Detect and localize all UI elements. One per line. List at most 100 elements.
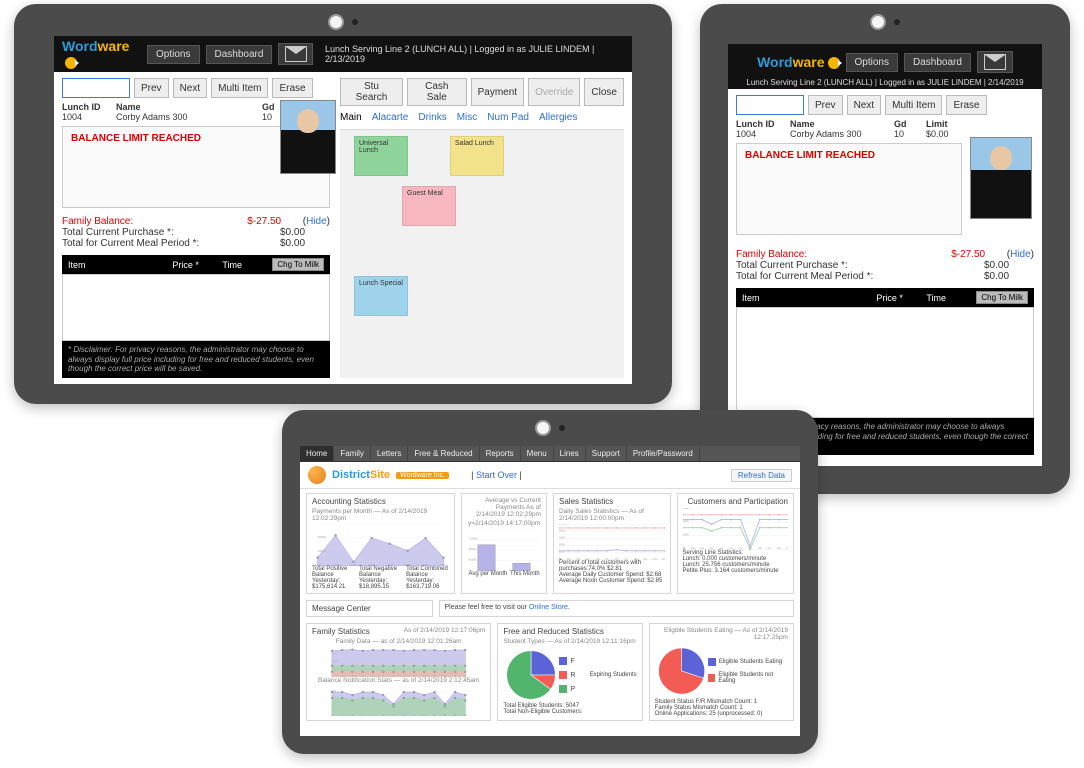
category-tabs: Main Alacarte Drinks Misc Num Pad Allerg… xyxy=(340,112,624,123)
brand-dot-icon xyxy=(828,57,840,69)
svg-text:160000: 160000 xyxy=(469,529,478,530)
camera-dot-icon xyxy=(894,19,900,25)
panel-title evoke-title: Accounting Statistics xyxy=(312,497,449,506)
svg-text:2000: 2000 xyxy=(683,533,689,537)
photo-placeholder-icon xyxy=(971,138,1031,218)
svg-text:6000: 6000 xyxy=(683,508,689,510)
items-table-body xyxy=(736,307,1034,418)
options-button[interactable]: Options xyxy=(147,45,199,64)
svg-text:80000: 80000 xyxy=(469,547,477,551)
panel-frstats: Free and Reduced Statistics Student Type… xyxy=(497,623,642,721)
svg-text:120000: 120000 xyxy=(469,537,478,541)
payment-button[interactable]: Payment xyxy=(471,78,524,106)
panel-title: Average vs Current Payments As of 2/14/2… xyxy=(467,497,541,518)
lunchid-search-input[interactable] xyxy=(62,78,130,98)
nav-family[interactable]: Family xyxy=(334,446,371,461)
device-camera xyxy=(535,420,565,436)
stu-search-button[interactable]: Stu Search xyxy=(340,78,403,106)
panel-title: Family Statistics xyxy=(312,627,370,636)
balance-value: $-27.50 xyxy=(951,249,1001,260)
erase-button[interactable]: Erase xyxy=(272,78,312,98)
app-header: Wordware Options Dashboard xyxy=(728,44,1042,76)
chg-to-milk-button[interactable]: Chg To Milk xyxy=(272,258,324,271)
col-name: Name xyxy=(790,119,890,129)
panel-sub2: Balance Notification Stats — as of 2/14/… xyxy=(312,677,485,684)
tile-salad-lunch[interactable]: Salad Lunch xyxy=(450,136,504,176)
nav-free[interactable]: Free & Reduced xyxy=(408,446,479,461)
camera-lens-icon xyxy=(535,420,551,436)
el-foot-2: Online Applications: 25 (unprocessed: 0) xyxy=(655,711,788,717)
tab-alacarte[interactable]: Alacarte xyxy=(372,112,409,123)
nav-lines[interactable]: Lines xyxy=(554,446,586,461)
svg-text:2/13: 2/13 xyxy=(786,548,788,550)
nav-home[interactable]: Home xyxy=(300,446,334,461)
svg-text:4000: 4000 xyxy=(559,543,565,547)
panel-message-center: Message Center xyxy=(306,600,433,617)
mail-button[interactable] xyxy=(278,43,313,65)
sales-foot-2: Average Noon Customer Spend: $2.85 xyxy=(559,578,665,584)
device-dashboard: Home Family Letters Free & Reduced Repor… xyxy=(282,410,818,754)
chg-to-milk-button[interactable]: Chg To Milk xyxy=(976,291,1028,304)
svg-text:14: 14 xyxy=(464,715,467,716)
multiitem-button[interactable]: Multi Item xyxy=(211,78,268,98)
prev-button[interactable]: Prev xyxy=(808,95,843,115)
close-button[interactable]: Close xyxy=(584,78,624,106)
fr-foot-1: Total Non-Eligible Customers: xyxy=(503,709,636,715)
svg-text:2/13: 2/13 xyxy=(662,559,664,560)
next-button[interactable]: Next xyxy=(847,95,882,115)
tab-drinks[interactable]: Drinks xyxy=(418,112,446,123)
tile-guest-meal[interactable]: Guest Meal xyxy=(402,186,456,226)
nav-support[interactable]: Support xyxy=(586,446,627,461)
tab-allergies[interactable]: Allergies xyxy=(539,112,577,123)
next-button[interactable]: Next xyxy=(173,78,208,98)
col-name: Name xyxy=(116,102,258,112)
options-button[interactable]: Options xyxy=(846,53,898,72)
val-name: Corby Adams 300 xyxy=(790,129,890,139)
dashboard-button[interactable]: Dashboard xyxy=(904,53,971,72)
val-lunchid: 1004 xyxy=(62,112,112,122)
nav-menu[interactable]: Menu xyxy=(521,446,554,461)
items-table-body xyxy=(62,274,330,341)
col-lunchid: Lunch ID xyxy=(62,102,112,112)
panel-sales: Sales Statistics Daily Sales Statistics … xyxy=(553,493,671,594)
multiitem-button[interactable]: Multi Item xyxy=(885,95,942,115)
tile-lunch-special[interactable]: Lunch Special xyxy=(354,276,408,316)
period-label: Total for Current Meal Period *: xyxy=(62,238,280,249)
online-store-link[interactable]: Online Store xyxy=(529,604,568,611)
chart-family-bottom: 01002003004005001234567891011121314 xyxy=(312,686,485,716)
tab-main[interactable]: Main xyxy=(340,112,362,123)
mail-icon xyxy=(285,46,307,62)
mail-button[interactable] xyxy=(977,51,1013,73)
camera-dot-icon xyxy=(352,19,358,25)
prev-button[interactable]: Prev xyxy=(134,78,169,98)
cash-sale-button[interactable]: Cash Sale xyxy=(407,78,467,106)
erase-button[interactable]: Erase xyxy=(946,95,986,115)
val-lunchid: 1004 xyxy=(736,129,786,139)
hide-link[interactable]: Hide xyxy=(1010,249,1031,260)
camera-dot-icon xyxy=(559,425,565,431)
tab-numpad[interactable]: Num Pad xyxy=(487,112,529,123)
nav-profile[interactable]: Profile/Password xyxy=(627,446,700,461)
dashboard-button[interactable]: Dashboard xyxy=(206,45,273,64)
th-time: Time xyxy=(926,293,976,303)
nav-reports[interactable]: Reports xyxy=(480,446,521,461)
svg-text:200000: 200000 xyxy=(318,536,327,539)
panel-title: Free and Reduced Statistics xyxy=(503,627,636,636)
chart-daily-sales: 02000400060008000100001/291/301/312/12/4… xyxy=(559,524,665,560)
nav-letters[interactable]: Letters xyxy=(371,446,408,461)
lunchid-search-input[interactable] xyxy=(736,95,804,115)
student-photo xyxy=(970,137,1032,219)
hide-link[interactable]: Hide xyxy=(306,216,327,227)
override-button[interactable]: Override xyxy=(528,78,580,106)
alert-box: BALANCE LIMIT REACHED xyxy=(736,143,962,235)
balance-value: $-27.50 xyxy=(247,216,297,227)
refresh-data-button[interactable]: Refresh Data xyxy=(731,469,792,482)
lg-p: P xyxy=(570,686,575,693)
start-over-link[interactable]: Start Over xyxy=(476,470,517,480)
svg-text:300000: 300000 xyxy=(318,524,327,525)
tab-misc[interactable]: Misc xyxy=(457,112,478,123)
tile-universal-lunch[interactable]: Universal Lunch xyxy=(354,136,408,176)
dashboard-sub: Wordware Inc. xyxy=(396,472,449,479)
photo-placeholder-icon xyxy=(281,101,335,173)
panel-family: Family Statistics As of 2/14/2019 12:17:… xyxy=(306,623,491,721)
